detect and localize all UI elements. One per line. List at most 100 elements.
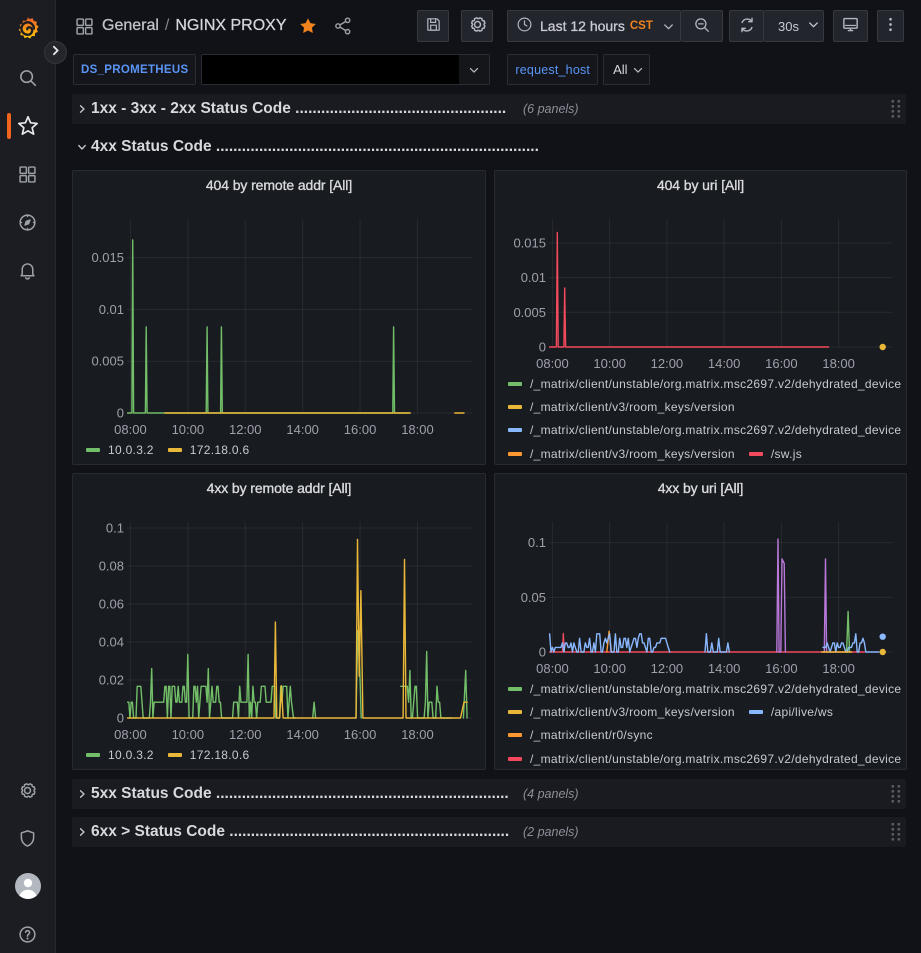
star-icon [16,114,40,138]
sidebar-item-starred[interactable] [0,102,56,150]
dashboard-row-1[interactable]: 1xx - 3xx - 2xx Status Code ............… [72,94,906,124]
sidebar-item-server-admin[interactable] [0,814,56,862]
legend-row: /_matrix/client/unstable/org.matrix.msc2… [495,372,905,395]
svg-text:10:00: 10:00 [172,422,205,437]
chart-3[interactable]: 00.020.040.060.080.108:0010:0012:0014:00… [73,474,485,769]
legend-item[interactable]: /_matrix/client/unstable/org.matrix.msc2… [508,752,901,766]
legend-row: 10.0.3.2 172.18.0.6 [73,438,484,461]
svg-text:12:00: 12:00 [651,356,684,371]
legend-item[interactable]: /api/live/ws [749,705,833,719]
dashboard-row-2[interactable]: 4xx Status Code ........................… [72,132,906,162]
svg-text:12:00: 12:00 [229,727,262,742]
svg-text:0: 0 [117,711,124,726]
legend-row: /_matrix/client/unstable/org.matrix.msc2… [495,747,905,770]
variable-label-request-host[interactable]: request_host [507,54,598,85]
legend-swatch [168,448,182,452]
legend-row: /_matrix/client/unstable/org.matrix.msc2… [495,419,905,442]
svg-text:0.08: 0.08 [99,559,124,574]
chevron-right-icon [72,103,91,115]
svg-text:08:00: 08:00 [114,422,147,437]
sidebar-item-help[interactable] [0,910,56,953]
variable-value-ds-prometheus[interactable] [201,54,490,85]
variable-controls: DS_PROMETHEUS request_host All [73,54,650,85]
legend-item[interactable]: /sw.js [749,447,802,461]
legend-label: /_matrix/client/r0/sync [530,728,653,742]
svg-text:10:00: 10:00 [593,356,626,371]
grafana-app: General / NGINX PROXY Last 12 hours CST [0,0,921,953]
svg-text:0.005: 0.005 [513,305,546,320]
svg-text:18:00: 18:00 [822,356,855,371]
svg-text:16:00: 16:00 [344,727,377,742]
sidebar-item-explore[interactable] [0,198,56,246]
svg-text:0.04: 0.04 [99,635,124,650]
panel-legend: /_matrix/client/unstable/org.matrix.msc2… [495,677,905,770]
dropdown-caret-zone [628,63,650,77]
row-drag-handle[interactable] [889,822,903,842]
legend-item[interactable]: 172.18.0.6 [168,443,250,457]
svg-text:14:00: 14:00 [286,422,319,437]
chevron-down-icon [467,63,481,77]
legend-swatch [508,452,522,456]
svg-text:16:00: 16:00 [344,422,377,437]
sidebar-item-dashboards[interactable] [0,150,56,198]
legend-label: /_matrix/client/unstable/org.matrix.msc2… [530,682,901,696]
legend-label: /sw.js [771,447,802,461]
legend-swatch [508,428,522,432]
svg-text:10:00: 10:00 [172,727,205,742]
svg-text:12:00: 12:00 [651,661,684,676]
legend-label: /_matrix/client/v3/room_keys/version [530,400,735,414]
sidebar [0,0,56,953]
variable-label-ds-prometheus[interactable]: DS_PROMETHEUS [73,54,196,85]
chevron-down-icon [631,63,645,77]
legend-swatch [749,710,763,714]
legend-item[interactable]: /_matrix/client/v3/room_keys/version [508,705,735,719]
legend-swatch [508,687,522,691]
variable-value-request-host[interactable]: All [603,54,650,85]
chart-1[interactable]: 00.0050.010.01508:0010:0012:0014:0016:00… [73,171,485,464]
legend-item[interactable]: /_matrix/client/unstable/org.matrix.msc2… [508,682,901,696]
row-drag-handle[interactable] [889,784,903,804]
legend-row: 10.0.3.2 172.18.0.6 [73,743,484,766]
legend-item[interactable]: /_matrix/client/unstable/org.matrix.msc2… [508,377,901,391]
svg-text:10:00: 10:00 [593,661,626,676]
chevron-right-icon [72,826,91,838]
gear-icon [17,780,38,801]
legend-item[interactable]: /_matrix/client/unstable/org.matrix.msc2… [508,423,901,437]
legend-swatch [749,452,763,456]
legend-item[interactable]: /_matrix/client/v3/room_keys/version [508,447,735,461]
legend-item[interactable]: /_matrix/client/r0/sync [508,728,653,742]
svg-text:0.015: 0.015 [91,250,124,265]
legend-label: /_matrix/client/unstable/org.matrix.msc2… [530,423,901,437]
legend-row: /_matrix/client/v3/room_keys/version/api… [495,700,905,723]
sidebar-expand-button[interactable] [44,41,67,64]
legend-item[interactable]: /_matrix/client/v3/room_keys/version [508,400,735,414]
legend-swatch [508,382,522,386]
row-drag-handle[interactable] [889,99,903,119]
svg-text:14:00: 14:00 [708,661,741,676]
legend-label: 10.0.3.2 [108,443,154,457]
svg-text:0.06: 0.06 [99,597,124,612]
help-icon [17,924,38,945]
compass-icon [17,212,38,233]
sidebar-item-alerting[interactable] [0,246,56,294]
svg-text:0: 0 [539,340,546,355]
dashboard-row-3[interactable]: 5xx Status Code ........................… [72,779,906,809]
sidebar-item-profile[interactable] [0,862,56,910]
svg-text:0.1: 0.1 [528,535,546,550]
svg-text:18:00: 18:00 [401,422,434,437]
svg-text:0.05: 0.05 [521,590,546,605]
svg-text:14:00: 14:00 [286,727,319,742]
sidebar-item-configuration[interactable] [0,766,56,814]
legend-swatch [508,733,522,737]
legend-label: 10.0.3.2 [108,748,154,762]
panel-404-by-remote-addr-all: 404 by remote addr [All]00.0050.010.0150… [72,170,486,465]
legend-label: 172.18.0.6 [190,748,250,762]
legend-item[interactable]: 10.0.3.2 [86,748,154,762]
legend-item[interactable]: 172.18.0.6 [168,748,250,762]
legend-item[interactable]: 10.0.3.2 [86,443,154,457]
row-title: 5xx Status Code ........................… [91,785,509,803]
panel-legend: 10.0.3.2 172.18.0.6 [73,743,484,766]
apps-icon [17,164,38,185]
svg-text:0: 0 [117,406,124,421]
dashboard-row-4[interactable]: 6xx > Status Code ......................… [72,817,906,847]
